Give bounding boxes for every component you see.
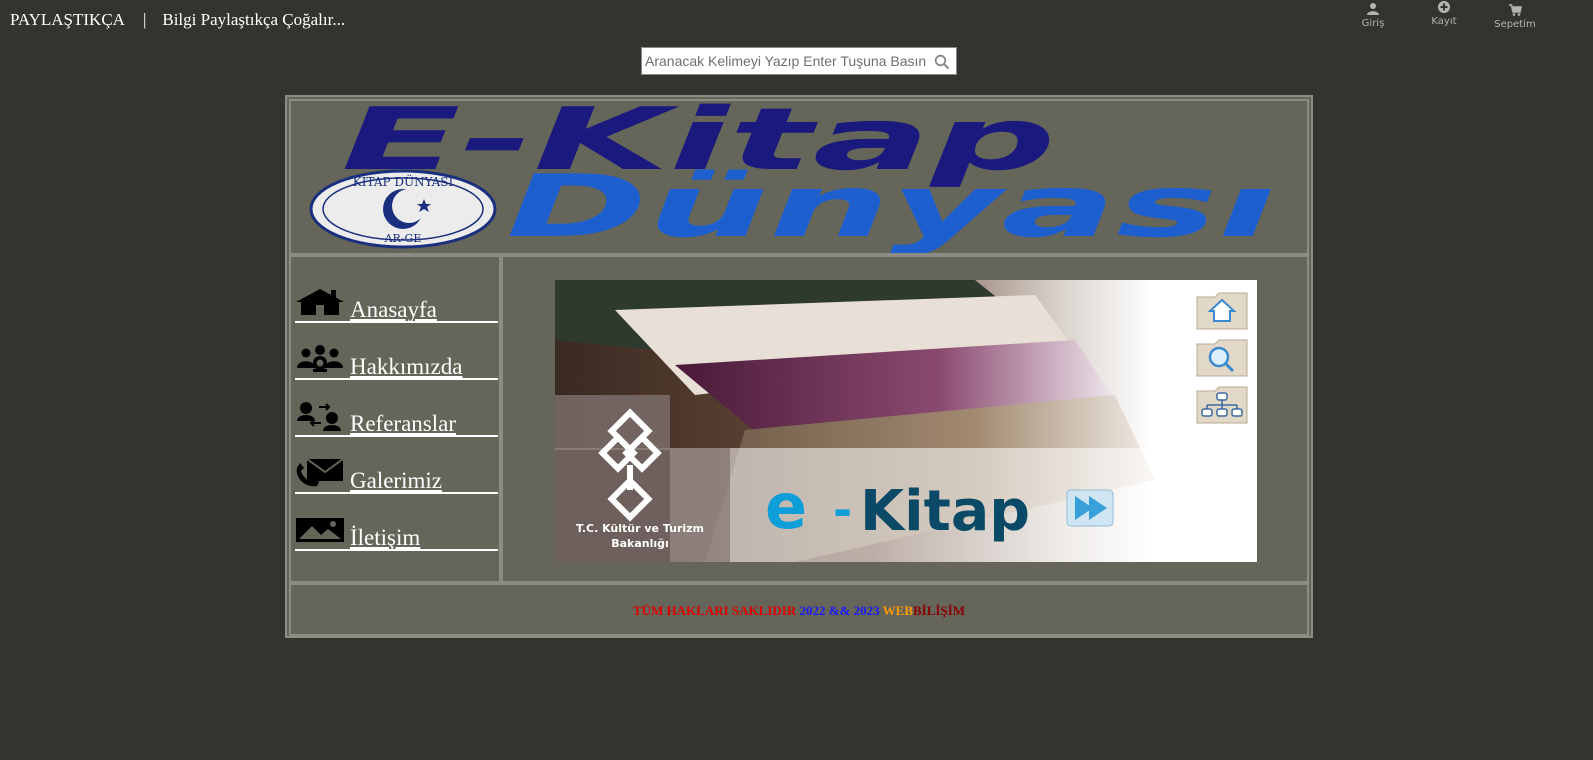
brand-text: PAYLAŞTIKÇA — [10, 10, 125, 29]
cart-icon — [1509, 4, 1522, 16]
register-label: Kayıt — [1431, 16, 1457, 27]
footer-bilisim: BİLİŞİM — [913, 603, 966, 618]
sitemap-folder-icon[interactable] — [1195, 385, 1249, 425]
search-box — [641, 47, 957, 75]
menu-item-hakkimizda[interactable]: Hakkımızda — [295, 324, 498, 380]
phone-mail-icon — [296, 458, 344, 487]
search-icon[interactable] — [934, 54, 950, 70]
login-link[interactable]: Giriş — [1343, 2, 1403, 29]
forward-icon — [1066, 489, 1114, 527]
menu-label-galerimiz: Galerimiz — [350, 468, 442, 493]
seal-text-bottom: AR-GE — [384, 232, 422, 245]
menu-item-iletisim[interactable]: İletişim — [295, 495, 498, 551]
menu-label-anasayfa: Anasayfa — [350, 297, 437, 322]
cart-link[interactable]: Sepetim — [1485, 3, 1545, 30]
group-icon — [297, 345, 343, 372]
menu-item-galerimiz[interactable]: Galerimiz — [295, 438, 498, 494]
footer-rights: TÜM HAKLARI SAKLIDIR — [632, 603, 797, 618]
site-footer: TÜM HAKLARI SAKLIDIR 2022 && 2023 WEBBİL… — [289, 583, 1309, 636]
ministry-line1: T.C. Kültür ve Turizm — [576, 522, 704, 535]
login-label: Giriş — [1361, 18, 1385, 29]
brand-dash: - — [833, 483, 852, 537]
user-icon — [1367, 3, 1379, 15]
banner-title-dunyasi: Dünyası — [506, 157, 1276, 253]
cart-label: Sepetim — [1494, 19, 1536, 30]
menu-item-anasayfa[interactable]: Anasayfa — [295, 267, 498, 323]
brand-kitap: Kitap — [860, 479, 1030, 544]
footer-years: 2022 && 2023 — [799, 603, 880, 618]
menu-label-iletisim: İletişim — [350, 525, 421, 550]
ekitap-hero-banner[interactable]: T.C. Kültür ve Turizm Bakanlığı e - Kita… — [555, 280, 1257, 562]
image-icon — [296, 518, 344, 542]
slogan-text: Bilgi Paylaştıkça Çoğalır... — [162, 10, 346, 29]
seal-logo: KİTAP DÜNYASI AR-GE — [309, 169, 497, 249]
home-icon — [296, 289, 344, 315]
menu-label-hakkimizda: Hakkımızda — [350, 354, 463, 379]
ministry-line2: Bakanlığı — [611, 537, 669, 550]
site-banner: E-Kitap Dünyası KİTAP DÜNYASI AR-GE — [289, 99, 1309, 255]
search-folder-icon[interactable] — [1195, 338, 1249, 378]
hero-image: T.C. Kültür ve Turizm Bakanlığı e - Kita… — [555, 280, 1257, 562]
home-folder-icon[interactable] — [1195, 291, 1249, 331]
menu-item-referanslar[interactable]: Referanslar — [295, 381, 498, 437]
footer-copyright: TÜM HAKLARI SAKLIDIR 2022 && 2023 WEBBİL… — [291, 603, 1307, 619]
site-slogan-bar: PAYLAŞTIKÇA | Bilgi Paylaştıkça Çoğalır... — [10, 10, 345, 30]
people-exchange-icon — [297, 402, 341, 431]
content-area: T.C. Kültür ve Turizm Bakanlığı e - Kita… — [501, 255, 1309, 583]
footer-web: WEB — [882, 603, 913, 618]
main-frame: E-Kitap Dünyası KİTAP DÜNYASI AR-GE Anas… — [285, 95, 1313, 638]
side-menu: Anasayfa Hakkımızda Referanslar Galerimi… — [289, 255, 501, 583]
seal-text-top: KİTAP DÜNYASI — [353, 173, 454, 189]
register-link[interactable]: Kayıt — [1414, 0, 1474, 27]
banner-logo: E-Kitap Dünyası KİTAP DÜNYASI AR-GE — [309, 101, 1276, 253]
brand-e: e — [765, 470, 807, 543]
menu-label-referanslar: Referanslar — [350, 411, 456, 436]
search-input[interactable] — [642, 48, 927, 74]
separator: | — [142, 10, 147, 29]
plus-circle-icon — [1438, 1, 1450, 13]
